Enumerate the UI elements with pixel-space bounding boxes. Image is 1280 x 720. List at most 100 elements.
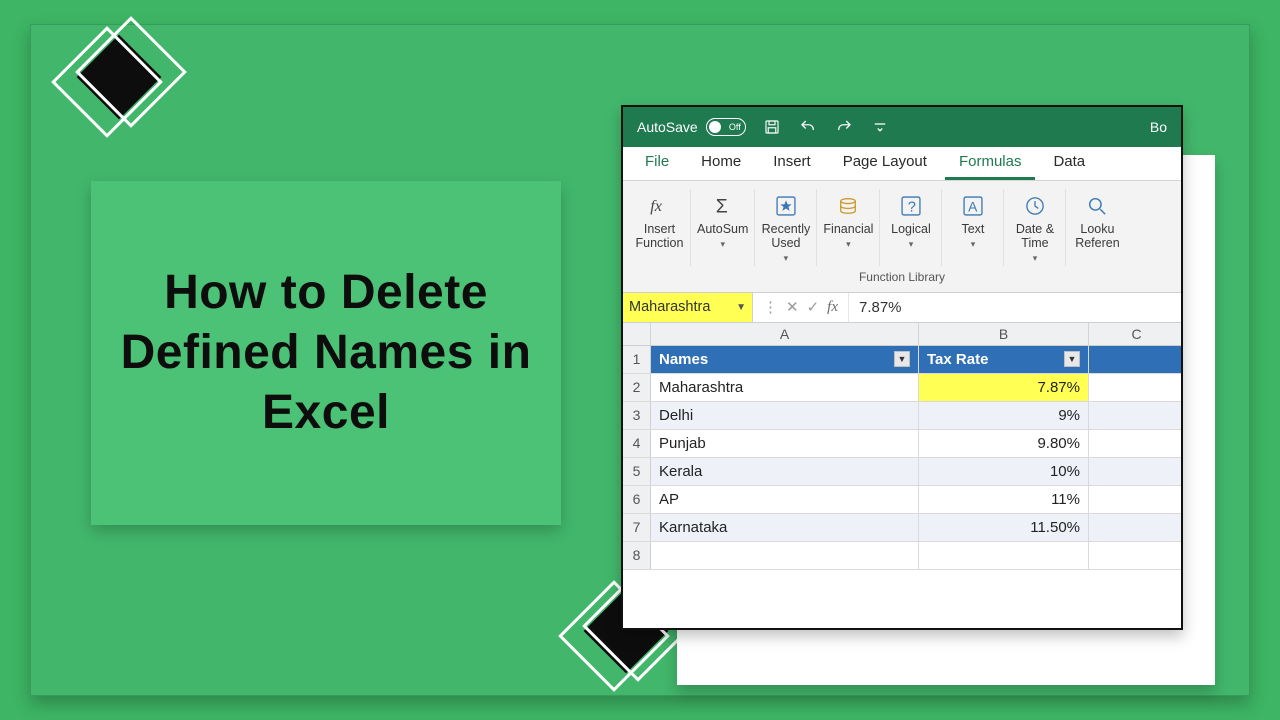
title-card: How to DeleteDefined Names inExcel: [91, 181, 561, 525]
ribbon-function-library: fx InsertFunction Σ AutoSum ▾ RecentlyUs…: [623, 181, 1181, 293]
sigma-icon: Σ: [708, 191, 738, 221]
table-row: 2 Maharashtra 7.87%: [623, 374, 1181, 402]
search-icon: [1082, 191, 1112, 221]
table-row: 3 Delhi 9%: [623, 402, 1181, 430]
cell-empty[interactable]: [1089, 402, 1183, 429]
financial-label: Financial: [823, 223, 873, 237]
cell-name[interactable]: Punjab: [651, 430, 919, 457]
cell-empty[interactable]: [1089, 486, 1183, 513]
recently-used-label: RecentlyUsed: [762, 223, 811, 251]
lookup-reference-label: LookuReferen: [1075, 223, 1119, 251]
ribbon-group-label: Function Library: [629, 266, 1175, 290]
col-header-b[interactable]: B: [919, 323, 1089, 345]
header-rate-label: Tax Rate: [927, 351, 988, 368]
coins-icon: [833, 191, 863, 221]
worksheet-grid[interactable]: 1 Names ▼ Tax Rate ▼ 2 Maharashtra 7.87%…: [623, 346, 1181, 570]
row-number[interactable]: 6: [623, 486, 651, 513]
cancel-icon[interactable]: ✕: [786, 298, 799, 316]
tab-page-layout[interactable]: Page Layout: [829, 147, 941, 180]
excel-window: AutoSave Off Bo File Home Insert: [621, 105, 1183, 630]
formula-bar-value: 7.87%: [859, 299, 902, 316]
cell-empty[interactable]: [1089, 430, 1183, 457]
col-header-c[interactable]: C: [1089, 323, 1183, 345]
cell-rate[interactable]: 11%: [919, 486, 1089, 513]
row-number[interactable]: 1: [623, 346, 651, 373]
formula-bar-controls: ⋮ ✕ ✓ fx: [753, 293, 849, 322]
chevron-down-icon: ▾: [909, 239, 914, 250]
header-tax-rate[interactable]: Tax Rate ▼: [919, 346, 1089, 373]
cell-empty[interactable]: [1089, 542, 1183, 569]
decoration-diamond-top: [59, 17, 179, 137]
table-row: 8: [623, 542, 1181, 570]
formula-bar-input[interactable]: 7.87%: [849, 293, 1181, 322]
slide-title: How to DeleteDefined Names inExcel: [121, 263, 532, 443]
chevron-down-icon: ▾: [784, 253, 789, 264]
cell-name[interactable]: Delhi: [651, 402, 919, 429]
filter-icon[interactable]: ▼: [894, 351, 910, 367]
tab-formulas[interactable]: Formulas: [945, 147, 1036, 180]
select-all-corner[interactable]: [623, 323, 651, 345]
date-time-button[interactable]: Date &Time ▾: [1004, 189, 1066, 266]
tab-home[interactable]: Home: [687, 147, 755, 180]
cell-name[interactable]: Kerala: [651, 458, 919, 485]
cell-empty[interactable]: [1089, 458, 1183, 485]
cell-rate[interactable]: 9%: [919, 402, 1089, 429]
logical-button[interactable]: ? Logical ▾: [880, 189, 942, 266]
header-names-label: Names: [659, 351, 708, 368]
redo-icon[interactable]: [834, 117, 854, 137]
clock-icon: [1020, 191, 1050, 221]
row-number[interactable]: 2: [623, 374, 651, 401]
cell-rate[interactable]: 10%: [919, 458, 1089, 485]
question-icon: ?: [896, 191, 926, 221]
cell-c1[interactable]: [1089, 346, 1183, 373]
lookup-reference-button[interactable]: LookuReferen: [1066, 189, 1128, 266]
financial-button[interactable]: Financial ▾: [817, 189, 880, 266]
autosave-label: AutoSave: [637, 119, 698, 135]
cell-rate[interactable]: 9.80%: [919, 430, 1089, 457]
chevron-down-icon: ▾: [720, 239, 725, 250]
cell-empty[interactable]: [1089, 374, 1183, 401]
row-number[interactable]: 3: [623, 402, 651, 429]
qat-customize-icon[interactable]: [870, 117, 890, 137]
recently-used-button[interactable]: RecentlyUsed ▾: [755, 189, 817, 266]
cell-name[interactable]: [651, 542, 919, 569]
text-a-icon: A: [958, 191, 988, 221]
svg-text:Σ: Σ: [715, 196, 727, 218]
filter-icon[interactable]: ▼: [1064, 351, 1080, 367]
text-button[interactable]: A Text ▾: [942, 189, 1004, 266]
cell-rate[interactable]: [919, 542, 1089, 569]
enter-icon[interactable]: ✓: [807, 298, 820, 316]
ribbon-tabs: File Home Insert Page Layout Formulas Da…: [623, 147, 1181, 181]
cell-rate-highlighted[interactable]: 7.87%: [919, 374, 1089, 401]
cell-empty[interactable]: [1089, 514, 1183, 541]
fx-icon[interactable]: fx: [827, 299, 838, 316]
logical-label: Logical: [891, 223, 931, 237]
tab-file[interactable]: File: [631, 147, 683, 180]
tab-data[interactable]: Data: [1039, 147, 1099, 180]
table-row: 6 AP 11%: [623, 486, 1181, 514]
save-icon[interactable]: [762, 117, 782, 137]
cell-rate[interactable]: 11.50%: [919, 514, 1089, 541]
svg-text:A: A: [968, 199, 978, 215]
name-box[interactable]: Maharashtra ▼: [623, 293, 753, 322]
tab-insert[interactable]: Insert: [759, 147, 825, 180]
autosum-button[interactable]: Σ AutoSum ▾: [691, 189, 755, 266]
cell-name[interactable]: Maharashtra: [651, 374, 919, 401]
cell-name[interactable]: AP: [651, 486, 919, 513]
chevron-down-icon: ▾: [971, 239, 976, 250]
autosave-toggle[interactable]: AutoSave Off: [637, 118, 746, 136]
toggle-off-icon: Off: [706, 118, 746, 136]
header-names[interactable]: Names ▼: [651, 346, 919, 373]
row-number[interactable]: 4: [623, 430, 651, 457]
col-header-a[interactable]: A: [651, 323, 919, 345]
ellipsis-icon[interactable]: ⋮: [763, 298, 778, 316]
svg-text:?: ?: [908, 200, 916, 216]
star-icon: [771, 191, 801, 221]
chevron-down-icon: ▾: [846, 239, 851, 250]
insert-function-button[interactable]: fx InsertFunction: [629, 189, 691, 266]
row-number[interactable]: 8: [623, 542, 651, 569]
cell-name[interactable]: Karnataka: [651, 514, 919, 541]
undo-icon[interactable]: [798, 117, 818, 137]
row-number[interactable]: 5: [623, 458, 651, 485]
row-number[interactable]: 7: [623, 514, 651, 541]
